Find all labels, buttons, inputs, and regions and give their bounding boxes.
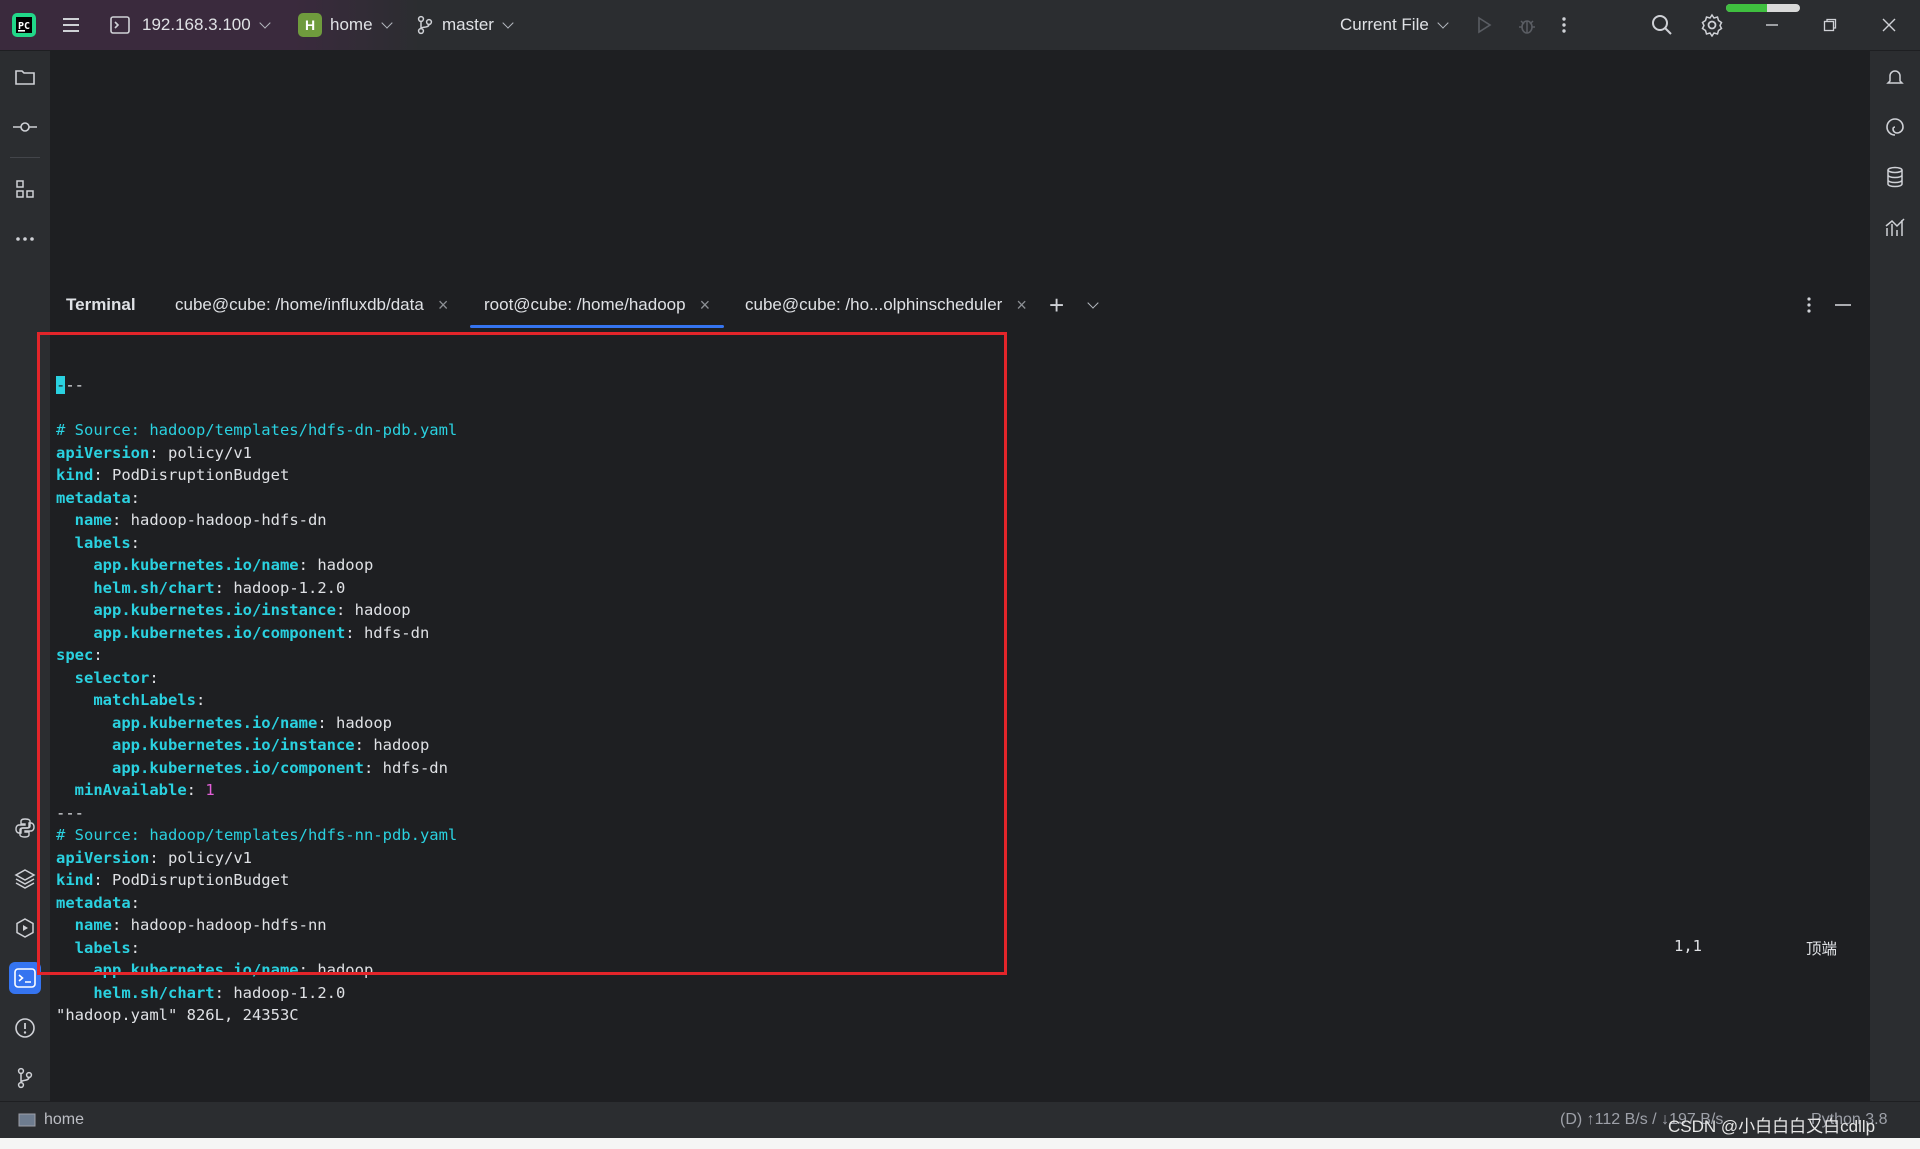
more-tools-button[interactable] [9, 223, 41, 255]
database-icon [1887, 166, 1903, 188]
close-tab-icon[interactable]: × [438, 295, 449, 316]
memory-indicator [1726, 2, 1800, 14]
close-icon [1882, 18, 1896, 32]
folder-icon [15, 70, 35, 85]
watermark-text: CSDN @小白白白又白cdllp [1668, 1117, 1876, 1136]
status-project-name: home [44, 1111, 85, 1128]
vim-cursor-position: 1,1 [1674, 937, 1702, 955]
terminal-tab-bar: Terminal cube@cube: /home/influxdb/data … [51, 282, 1869, 328]
terminal-icon [14, 968, 36, 988]
terminal-options-button[interactable] [1805, 282, 1813, 328]
window-bottom-edge [0, 1138, 1920, 1149]
search-button[interactable] [1650, 0, 1674, 50]
stripe-divider [10, 157, 40, 158]
close-tab-icon[interactable]: × [1016, 295, 1027, 316]
chevron-down-icon [259, 16, 271, 29]
app-logo-icon[interactable]: PC [10, 0, 38, 50]
yaml-key: helm.sh/chart [93, 983, 215, 1002]
debug-button[interactable] [1516, 0, 1538, 50]
status-project-breadcrumb[interactable]: home [18, 1102, 84, 1138]
chevron-down-icon [502, 16, 514, 29]
restore-icon [1823, 18, 1837, 32]
vim-scroll-position: 顶端 [1806, 940, 1838, 958]
ssh-host-selector[interactable]: 192.168.3.100 [110, 0, 271, 50]
editor-area [51, 51, 1869, 281]
minimize-icon [1766, 24, 1778, 26]
new-tab-button[interactable]: + [1049, 282, 1064, 328]
structure-tool-button[interactable] [9, 173, 41, 205]
more-vertical-icon [1807, 297, 1811, 313]
more-actions-button[interactable] [1560, 0, 1568, 50]
structure-icon [16, 180, 34, 198]
bell-icon [1886, 70, 1904, 84]
play-icon [1478, 16, 1492, 34]
ai-assistant-tool-button[interactable] [1879, 111, 1911, 143]
vim-status-line: "hadoop.yaml" 826L, 24353C [56, 1006, 299, 1024]
gear-icon [1701, 13, 1723, 37]
spiral-icon [1886, 118, 1904, 136]
chevron-down-icon [1437, 16, 1449, 29]
terminal-tab-label: cube@cube: /ho...olphinscheduler [745, 295, 1003, 314]
python-icon [15, 818, 35, 838]
close-window-button[interactable] [1882, 0, 1896, 50]
main-menu-icon[interactable] [60, 0, 82, 50]
terminal-tab[interactable]: cube@cube: /ho...olphinscheduler × [745, 282, 1027, 328]
run-config-selector[interactable]: Current File [1340, 0, 1449, 50]
restore-window-button[interactable] [1823, 0, 1837, 50]
tab-list-dropdown[interactable] [1087, 282, 1099, 328]
project-name: home [330, 15, 373, 34]
minimize-icon [1835, 304, 1851, 306]
database-tool-button[interactable] [1879, 161, 1911, 193]
module-icon [18, 1113, 36, 1127]
terminal-tab-label: root@cube: /home/hadoop [484, 295, 686, 314]
project-tool-button[interactable] [9, 61, 41, 93]
minimize-window-button[interactable] [1765, 0, 1779, 50]
problems-tool-button[interactable] [9, 1012, 41, 1044]
yaml-value: hadoop-1.2.0 [224, 983, 346, 1002]
bug-icon [1519, 20, 1535, 34]
git-branch-icon [17, 1067, 33, 1089]
notifications-tool-button[interactable] [1879, 61, 1911, 93]
close-tab-icon[interactable]: × [700, 295, 711, 316]
git-branch-icon [416, 15, 434, 35]
hide-terminal-button[interactable] [1835, 282, 1851, 328]
warning-circle-icon [15, 1018, 35, 1038]
highlight-box [37, 332, 1007, 975]
right-tool-stripe [1869, 51, 1920, 1101]
terminal-tab-label: cube@cube: /home/influxdb/data [175, 295, 424, 314]
more-vertical-icon [1562, 17, 1566, 33]
ssh-host-label: 192.168.3.100 [142, 15, 251, 34]
search-icon [1652, 15, 1672, 35]
git-tool-button[interactable] [9, 1062, 41, 1094]
remote-terminal-icon [110, 16, 130, 34]
terminal-line: helm.sh/chart: hadoop-1.2.0 [56, 982, 457, 1005]
commit-icon [13, 122, 37, 132]
chevron-down-icon [380, 16, 393, 29]
more-horizontal-icon [16, 237, 34, 241]
branch-name: master [442, 15, 494, 34]
sciview-tool-button[interactable] [1879, 211, 1911, 243]
terminal-title: Terminal [66, 295, 136, 314]
terminal-tab[interactable]: cube@cube: /home/influxdb/data × [175, 282, 448, 328]
status-bar: home (D) ↑112 B/s / ↓197 B/s Python 3.8 … [0, 1101, 1920, 1138]
title-bar: PC 192.168.3.100 H home master Current F… [0, 0, 1920, 51]
project-avatar: H [298, 13, 322, 37]
chevron-down-icon [1087, 296, 1099, 309]
run-button[interactable] [1474, 0, 1494, 50]
run-config-label: Current File [1340, 15, 1429, 34]
chart-icon [1885, 218, 1905, 236]
vcs-branch-selector[interactable]: master [416, 0, 514, 50]
commit-tool-button[interactable] [9, 111, 41, 143]
layers-icon [14, 869, 36, 889]
services-icon [16, 918, 34, 938]
terminal-tab-active[interactable]: root@cube: /home/hadoop × [470, 282, 725, 328]
yaml-colon: : [214, 983, 224, 1002]
settings-button[interactable] [1700, 0, 1724, 50]
project-selector[interactable]: H home [298, 0, 393, 50]
